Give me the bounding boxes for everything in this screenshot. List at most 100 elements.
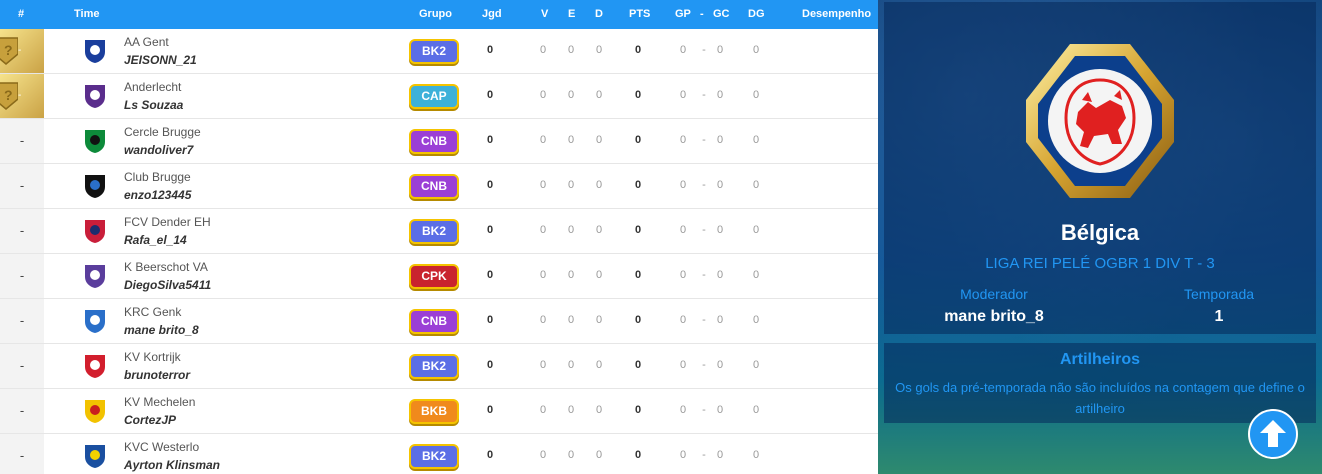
manager-name[interactable]: enzo123445 xyxy=(124,188,191,202)
team-name[interactable]: K Beerschot VA xyxy=(124,260,208,274)
rank-value: - xyxy=(19,133,25,148)
header-points[interactable]: PTS xyxy=(629,8,650,20)
header-goals-against[interactable]: GC xyxy=(713,8,730,20)
stat-separator: - xyxy=(702,224,706,236)
moderator-name[interactable]: mane brito_8 xyxy=(924,308,1064,326)
table-row[interactable]: -K Beerschot VA DiegoSilva5411 CPK 0 0 0 0 0 0-0… xyxy=(0,254,878,299)
manager-name[interactable]: Ayrton Klinsman xyxy=(124,458,220,472)
team-name[interactable]: KVC Westerlo xyxy=(124,440,199,454)
header-played[interactable]: Jgd xyxy=(482,8,502,20)
header-wins[interactable]: V xyxy=(541,8,548,20)
stat-draws: 0 xyxy=(567,314,575,326)
stat-goal-diff: 0 xyxy=(752,134,760,146)
stat-goals-for: 0 xyxy=(679,224,687,236)
table-row[interactable]: - KRC Genk mane brito_8 CNB 0 0 0 0 0 0-0 0 xyxy=(0,299,878,344)
stat-losses: 0 xyxy=(595,359,603,371)
stat-goal-diff: 0 xyxy=(752,269,760,281)
table-row[interactable]: - KVC Westerlo Ayrton Klinsman BK2 0 0 0 0 0 0-0 0 xyxy=(0,434,878,474)
rank-cell: - xyxy=(0,164,44,208)
stat-points: 0 xyxy=(634,179,642,191)
arrow-up-icon xyxy=(1260,420,1286,447)
team-name[interactable]: KV Kortrijk xyxy=(124,350,181,364)
table-row[interactable]: - KV Mechelen CortezJP BKB 0 0 0 0 0 0-0 0 xyxy=(0,389,878,434)
table-row[interactable]: ? - Anderlecht Ls Souzaa CAP 0 0 0 0 0 0-0 0 xyxy=(0,74,878,119)
stat-goals-for: 0 xyxy=(679,134,687,146)
rank-value: - xyxy=(18,45,22,56)
stat-played: 0 xyxy=(486,269,494,281)
stat-goals-against: 0 xyxy=(716,224,724,236)
stat-played: 0 xyxy=(486,449,494,461)
stat-points: 0 xyxy=(634,134,642,146)
team-crest-icon xyxy=(85,310,105,333)
svg-text:?: ? xyxy=(4,87,13,103)
header-rank: # xyxy=(18,8,25,20)
team-crest-icon xyxy=(85,220,105,243)
stat-points: 0 xyxy=(634,224,642,236)
manager-name[interactable]: wandoliver7 xyxy=(124,143,193,157)
stat-losses: 0 xyxy=(595,89,603,101)
stat-played: 0 xyxy=(486,404,494,416)
manager-name[interactable]: JEISONN_21 xyxy=(124,53,197,67)
team-crest-icon xyxy=(85,130,105,153)
manager-name[interactable]: mane brito_8 xyxy=(124,323,199,337)
stat-played: 0 xyxy=(486,314,494,326)
header-losses[interactable]: D xyxy=(595,8,603,20)
group-badge: BK2 xyxy=(409,39,459,64)
table-row[interactable]: ? - AA Gent JEISONN_21 BK2 0 0 0 0 0 0-0 0 xyxy=(0,29,878,74)
stat-wins: 0 xyxy=(539,179,547,191)
team-name[interactable]: AA Gent xyxy=(124,35,169,49)
stat-goal-diff: 0 xyxy=(752,224,760,236)
group-badge: BKB xyxy=(409,399,459,424)
group-badge: CPK xyxy=(409,264,459,289)
season-value: 1 xyxy=(1214,308,1224,325)
manager-name[interactable]: Rafa_el_14 xyxy=(124,233,187,247)
manager-name[interactable]: DiegoSilva5411 xyxy=(124,278,211,292)
manager-name[interactable]: Ls Souzaa xyxy=(124,98,183,112)
stat-played: 0 xyxy=(486,359,494,371)
header-goal-diff[interactable]: DG xyxy=(748,8,765,20)
stat-losses: 0 xyxy=(595,314,603,326)
team-name[interactable]: Cercle Brugge xyxy=(124,125,201,139)
table-row[interactable]: - KV Kortrijk brunoterror BK2 0 0 0 0 0 0-0 0 xyxy=(0,344,878,389)
table-row[interactable]: - FCV Dender EH Rafa_el_14 BK2 0 0 0 0 0 0-0 0 xyxy=(0,209,878,254)
team-name[interactable]: KRC Genk xyxy=(124,305,181,319)
header-draws[interactable]: E xyxy=(568,8,575,20)
stat-losses: 0 xyxy=(595,44,603,56)
group-badge: CNB xyxy=(409,309,459,334)
stat-goal-diff: 0 xyxy=(752,44,760,56)
header-group[interactable]: Grupo xyxy=(419,8,452,20)
rank-cell: - xyxy=(0,254,44,298)
stat-draws: 0 xyxy=(567,89,575,101)
team-name[interactable]: Club Brugge xyxy=(124,170,191,184)
team-name[interactable]: Anderlecht xyxy=(124,80,181,94)
scroll-to-top-button[interactable] xyxy=(1248,409,1298,459)
stat-draws: 0 xyxy=(567,224,575,236)
header-goals-for[interactable]: GP xyxy=(675,8,691,20)
team-crest-icon xyxy=(85,400,105,423)
stat-points: 0 xyxy=(634,449,642,461)
stat-goals-for: 0 xyxy=(679,359,687,371)
rank-cell: - xyxy=(0,119,44,163)
manager-name[interactable]: brunoterror xyxy=(124,368,190,382)
stat-points: 0 xyxy=(634,314,642,326)
rank-cell: ? - xyxy=(0,29,44,73)
league-info-card: Bélgica LIGA REI PELÉ OGBR 1 DIV T - 3 M… xyxy=(884,2,1316,334)
rank-cell: - xyxy=(0,299,44,343)
stat-draws: 0 xyxy=(567,359,575,371)
stat-goals-for: 0 xyxy=(679,89,687,101)
stat-losses: 0 xyxy=(595,404,603,416)
stat-goals-against: 0 xyxy=(716,134,724,146)
stat-goal-diff: 0 xyxy=(752,449,760,461)
group-badge: BK2 xyxy=(409,444,459,469)
team-name[interactable]: FCV Dender EH xyxy=(124,215,211,229)
stat-draws: 0 xyxy=(567,134,575,146)
table-row[interactable]: - Club Brugge enzo123445 CNB 0 0 0 0 0 0-0 0 xyxy=(0,164,878,209)
group-badge: BK2 xyxy=(409,354,459,379)
table-row[interactable]: - Cercle Brugge wandoliver7 CNB 0 0 0 0 0 0-0 0 xyxy=(0,119,878,164)
manager-name[interactable]: CortezJP xyxy=(124,413,176,427)
team-name[interactable]: KV Mechelen xyxy=(124,395,195,409)
league-subtitle: LIGA REI PELÉ OGBR 1 DIV T - 3 xyxy=(985,255,1215,272)
group-badge: CAP xyxy=(409,84,459,109)
header-team[interactable]: Time xyxy=(74,8,99,20)
rank-value: - xyxy=(19,313,25,328)
